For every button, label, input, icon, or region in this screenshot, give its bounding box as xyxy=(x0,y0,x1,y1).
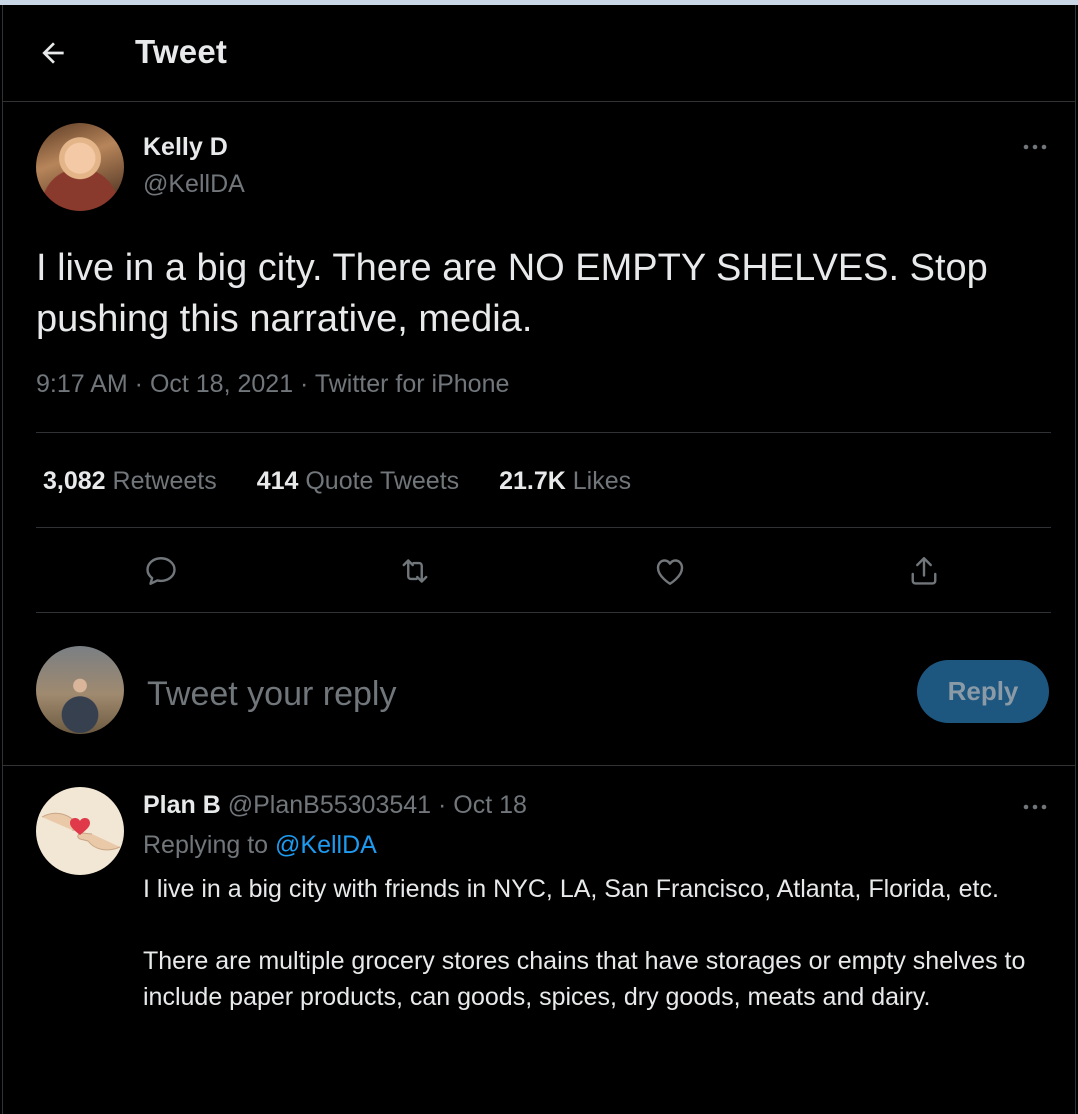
more-icon[interactable] xyxy=(1021,137,1049,157)
reply-paragraph: I live in a big city with friends in NYC… xyxy=(143,875,999,903)
retweets-count: 3,082 xyxy=(43,467,106,495)
replying-to-handle-link[interactable]: @KellDA xyxy=(275,831,377,859)
tweet-meta: 9:17 AM · Oct 18, 2021 · Twitter for iPh… xyxy=(36,370,510,398)
author-handle[interactable]: @KellDA xyxy=(143,170,245,199)
reply-header: Plan B @PlanB55303541 · Oct 18 xyxy=(143,791,527,820)
reply-date[interactable]: · Oct 18 xyxy=(438,791,527,819)
divider xyxy=(36,527,1051,528)
likes-stat[interactable]: 21.7K Likes xyxy=(499,467,631,495)
tweet-page: Tweet Kelly D @KellDA I live in a big ci… xyxy=(2,5,1076,1114)
reply-paragraph: There are multiple grocery stores chains… xyxy=(143,947,1026,1011)
author-avatar[interactable] xyxy=(36,123,124,211)
likes-count: 21.7K xyxy=(499,467,566,495)
quotes-stat[interactable]: 414 Quote Tweets xyxy=(257,467,459,495)
retweets-stat[interactable]: 3,082 Retweets xyxy=(43,467,217,495)
likes-label: Likes xyxy=(572,467,632,495)
reply-author-avatar[interactable] xyxy=(36,787,124,875)
share-icon[interactable] xyxy=(906,553,942,589)
tweet-stats: 3,082 Retweets 414 Quote Tweets 21.7K Li… xyxy=(43,467,664,496)
reply-icon[interactable] xyxy=(143,553,179,589)
reply-input[interactable] xyxy=(147,675,867,714)
quotes-label: Quote Tweets xyxy=(305,467,460,495)
hand-heart-icon xyxy=(41,812,121,851)
tweet-text: I live in a big city. There are NO EMPTY… xyxy=(36,247,988,340)
page-title: Tweet xyxy=(135,33,228,70)
divider xyxy=(36,612,1051,613)
retweet-icon[interactable] xyxy=(397,553,433,589)
reply-button[interactable]: Reply xyxy=(917,660,1049,723)
section-divider xyxy=(3,765,1075,766)
current-user-avatar[interactable] xyxy=(36,646,124,734)
divider xyxy=(36,432,1051,433)
quotes-count: 414 xyxy=(256,467,299,495)
retweets-label: Retweets xyxy=(112,467,217,495)
reply-author-name[interactable]: Plan B xyxy=(143,791,221,819)
more-icon[interactable] xyxy=(1021,797,1049,817)
reply-text: I live in a big city with friends in NYC… xyxy=(143,871,1043,1051)
reply-author-handle[interactable]: @PlanB55303541 xyxy=(228,791,431,819)
like-icon[interactable] xyxy=(652,553,688,589)
replying-to-label: Replying to xyxy=(143,831,269,859)
author-name[interactable]: Kelly D xyxy=(143,133,228,162)
back-arrow-icon[interactable] xyxy=(37,37,69,69)
page-header: Tweet xyxy=(3,5,1075,102)
replying-to: Replying to @KellDA xyxy=(143,831,377,860)
